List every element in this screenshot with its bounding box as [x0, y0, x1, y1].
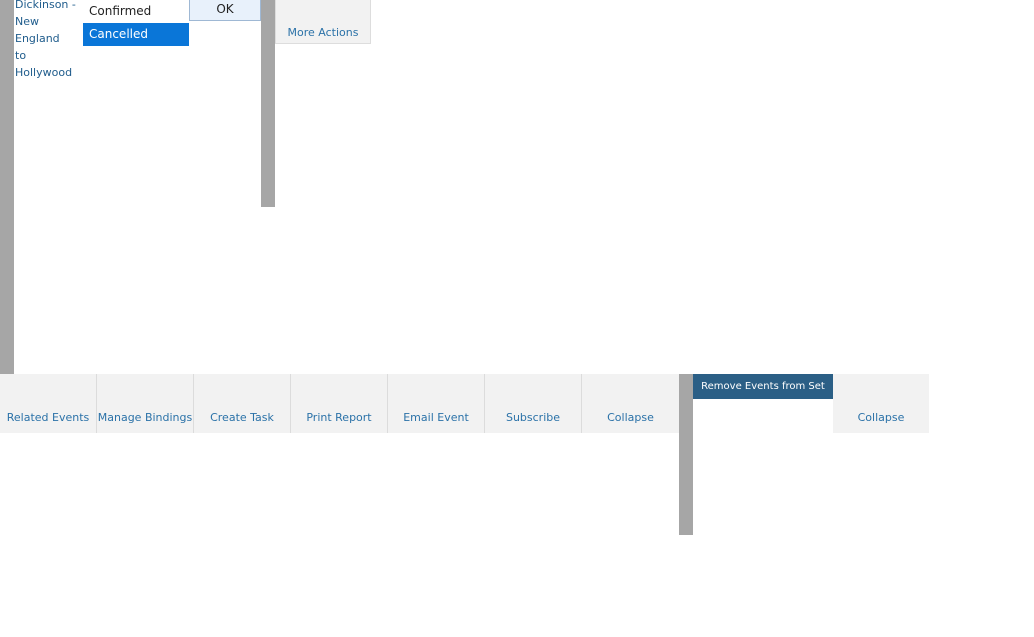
status-listbox[interactable]: Confirmed Cancelled — [83, 0, 189, 46]
remove-events-from-set-button[interactable]: Remove Events from Set — [693, 374, 833, 399]
event-title-link[interactable]: Dickinson - New England to Hollywood — [15, 0, 85, 81]
more-actions-button[interactable]: More Actions — [275, 0, 371, 44]
status-option-confirmed[interactable]: Confirmed — [83, 0, 189, 23]
middle-scrollbar[interactable] — [261, 0, 275, 207]
collapse-button[interactable]: Collapse — [582, 374, 679, 433]
subscribe-button[interactable]: Subscribe — [485, 374, 582, 433]
status-option-cancelled[interactable]: Cancelled — [83, 23, 189, 46]
related-events-button[interactable]: Related Events — [0, 374, 97, 433]
manage-bindings-button[interactable]: Manage Bindings — [97, 374, 194, 433]
left-scrollbar[interactable] — [0, 0, 14, 374]
ok-button[interactable]: OK — [189, 0, 261, 21]
email-event-button[interactable]: Email Event — [388, 374, 485, 433]
event-action-toolbar: Related Events Manage Bindings Create Ta… — [0, 374, 679, 433]
print-report-button[interactable]: Print Report — [291, 374, 388, 433]
create-task-button[interactable]: Create Task — [194, 374, 291, 433]
set-panel-collapse-button[interactable]: Collapse — [833, 374, 929, 433]
set-panel-scrollbar[interactable] — [679, 374, 693, 535]
